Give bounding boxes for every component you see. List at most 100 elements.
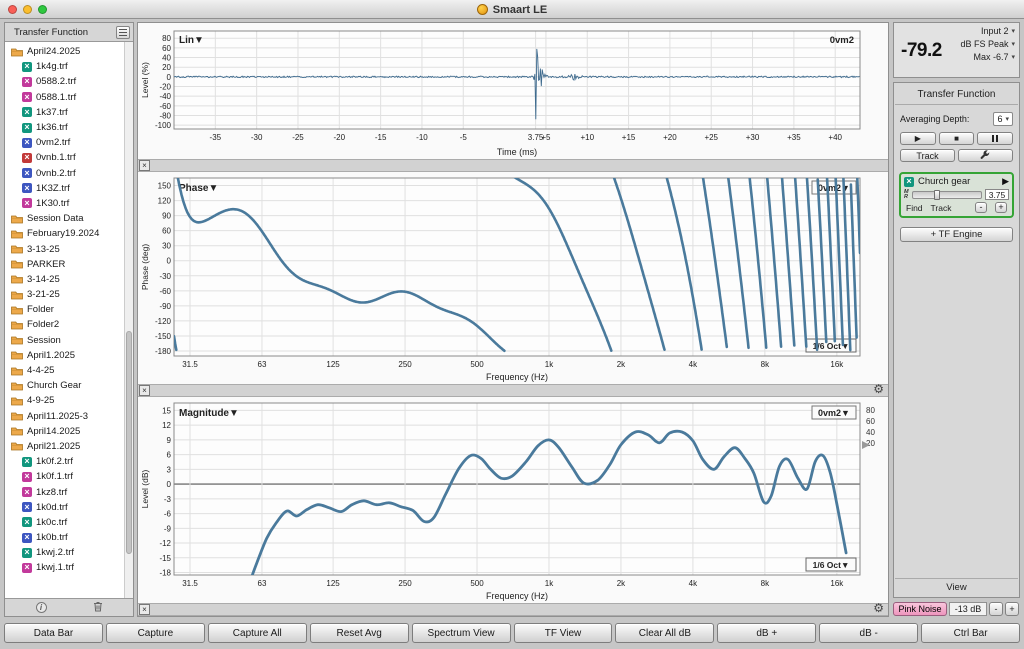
tree-folder-item[interactable]: April24.2025 bbox=[5, 44, 133, 59]
stop-button[interactable]: ■ bbox=[939, 132, 975, 145]
svg-text:500: 500 bbox=[470, 579, 484, 588]
tree-file-item[interactable]: ×0588.1.trf bbox=[5, 90, 133, 105]
toolbar-button-tf-view[interactable]: TF View bbox=[514, 623, 613, 643]
tree-folder-item[interactable]: April11.2025-3 bbox=[5, 409, 133, 424]
track-button[interactable]: Track bbox=[900, 149, 955, 162]
tree-folder-item[interactable]: April21.2025 bbox=[5, 439, 133, 454]
tree-file-item[interactable]: ×0vnb.2.trf bbox=[5, 166, 133, 181]
tf-engine-church-gear[interactable]: × Church gear ▶ M R 3.75 Find Track - + bbox=[899, 172, 1014, 218]
tree-folder-item[interactable]: April1.2025 bbox=[5, 348, 133, 363]
tree-folder-item[interactable]: Session bbox=[5, 333, 133, 348]
tree-file-item[interactable]: ×1k37.trf bbox=[5, 105, 133, 120]
pause-button[interactable] bbox=[977, 132, 1013, 145]
svg-text:20: 20 bbox=[866, 439, 875, 448]
tree-file-item[interactable]: ×1kwj.1.trf bbox=[5, 560, 133, 575]
info-icon[interactable]: i bbox=[36, 602, 47, 613]
tree-folder-item[interactable]: Folder2 bbox=[5, 317, 133, 332]
folder-icon bbox=[11, 274, 23, 284]
toolbar-button-data-bar[interactable]: Data Bar bbox=[4, 623, 103, 643]
toolbar-button-spectrum-view[interactable]: Spectrum View bbox=[412, 623, 511, 643]
toolbar-button-capture[interactable]: Capture bbox=[106, 623, 205, 643]
trash-icon[interactable] bbox=[93, 599, 103, 617]
tree-file-item[interactable]: ×0vm2.trf bbox=[5, 135, 133, 150]
tree-file-item[interactable]: ×1k0b.trf bbox=[5, 530, 133, 545]
svg-text:120: 120 bbox=[158, 197, 172, 206]
toolbar-button-clear-all-db[interactable]: Clear All dB bbox=[615, 623, 714, 643]
tree-file-item[interactable]: ×1k0c.trf bbox=[5, 515, 133, 530]
close-magnitude-chart-button[interactable]: × bbox=[139, 604, 150, 615]
toolbar-button-db-[interactable]: dB - bbox=[819, 623, 918, 643]
tree-file-item[interactable]: ×1K3Z.trf bbox=[5, 181, 133, 196]
tree-file-item[interactable]: ×1k0f.1.trf bbox=[5, 469, 133, 484]
engine-play-icon[interactable]: ▶ bbox=[1002, 176, 1009, 187]
svg-text:40: 40 bbox=[162, 54, 171, 63]
tree-file-item[interactable]: ×1K30.trf bbox=[5, 196, 133, 211]
svg-text:-25: -25 bbox=[292, 133, 304, 142]
delay-slider-thumb[interactable] bbox=[934, 190, 940, 200]
close-phase-chart-button[interactable]: × bbox=[139, 385, 150, 396]
add-tf-engine-button[interactable]: + TF Engine bbox=[900, 227, 1013, 242]
tree-item-label: 3-21-25 bbox=[27, 289, 60, 300]
tree-item-label: 3-14-25 bbox=[27, 274, 60, 285]
tree-file-item[interactable]: ×1k36.trf bbox=[5, 120, 133, 135]
tree-folder-item[interactable]: February19.2024 bbox=[5, 226, 133, 241]
trf-file-icon: × bbox=[22, 77, 32, 87]
tree-scrollbar-thumb[interactable] bbox=[126, 331, 132, 553]
tree-folder-item[interactable]: Session Data bbox=[5, 211, 133, 226]
delay-slider[interactable] bbox=[912, 191, 982, 199]
meter-max-select[interactable]: Max -6.7▾ bbox=[973, 52, 1015, 62]
tree-folder-item[interactable]: April14.2025 bbox=[5, 424, 133, 439]
tree-folder-item[interactable]: 4-4-25 bbox=[5, 363, 133, 378]
chevron-down-icon: ▾ bbox=[1011, 40, 1015, 48]
find-button[interactable]: Find bbox=[906, 203, 923, 213]
tree-file-item[interactable]: ×1k0d.trf bbox=[5, 500, 133, 515]
tree-folder-item[interactable]: Church Gear bbox=[5, 378, 133, 393]
tree-folder-item[interactable]: 4-9-25 bbox=[5, 393, 133, 408]
toolbar-button-ctrl-bar[interactable]: Ctrl Bar bbox=[921, 623, 1020, 643]
toolbar-button-capture-all[interactable]: Capture All bbox=[208, 623, 307, 643]
settings-wrench-button[interactable] bbox=[958, 149, 1013, 162]
meter-unit-select[interactable]: dB FS Peak▾ bbox=[960, 39, 1015, 49]
tree-file-item[interactable]: ×1kwj.2.trf bbox=[5, 545, 133, 560]
tree-scrollbar[interactable] bbox=[124, 42, 133, 598]
generator-level-minus-button[interactable]: - bbox=[989, 602, 1003, 616]
phase-settings-gear-icon[interactable]: ⚙ bbox=[873, 383, 884, 396]
tree-folder-item[interactable]: PARKER bbox=[5, 257, 133, 272]
svg-text:-180: -180 bbox=[155, 347, 172, 356]
tree-folder-item[interactable]: 3-21-25 bbox=[5, 287, 133, 302]
tree-folder-item[interactable]: 3-14-25 bbox=[5, 272, 133, 287]
trf-file-icon: × bbox=[22, 198, 32, 208]
input-meter-box: -79.2 Input 2▾ dB FS Peak▾ Max -6.7▾ bbox=[893, 22, 1020, 78]
tree-folder-item[interactable]: 3-13-25 bbox=[5, 241, 133, 256]
sidebar-menu-button[interactable] bbox=[116, 26, 130, 39]
engine-name: Church gear bbox=[918, 176, 970, 187]
engine-track-button[interactable]: Track bbox=[931, 203, 952, 213]
averaging-depth-select[interactable]: 6 ▾ bbox=[993, 112, 1013, 126]
delay-plus-button[interactable]: + bbox=[995, 202, 1007, 213]
play-button[interactable]: ▶ bbox=[900, 132, 936, 145]
tree-folder-item[interactable]: Folder bbox=[5, 302, 133, 317]
magnitude-settings-gear-icon[interactable]: ⚙ bbox=[873, 602, 884, 615]
impulse-response-chart[interactable]: 806040200-20-40-60-80-100-35-30-25-20-15… bbox=[138, 23, 888, 159]
reverse-toggle[interactable]: R bbox=[904, 195, 909, 200]
tree-file-item[interactable]: ×0vnb.1.trf bbox=[5, 150, 133, 165]
magnitude-chart[interactable]: 15129630-3-6-9-12-15-1831.5631252505001k… bbox=[138, 397, 888, 603]
pink-noise-button[interactable]: Pink Noise bbox=[893, 602, 947, 616]
folder-icon bbox=[11, 381, 23, 391]
svg-text:+25: +25 bbox=[704, 133, 718, 142]
phase-chart[interactable]: 1501209060300-30-60-90-120-150-18031.563… bbox=[138, 172, 888, 384]
svg-text:0: 0 bbox=[167, 73, 172, 82]
svg-text:Level (dB): Level (dB) bbox=[140, 469, 150, 508]
tree-file-item[interactable]: ×0588.2.trf bbox=[5, 74, 133, 89]
tree-item-label: April11.2025-3 bbox=[27, 411, 88, 422]
tree-file-item[interactable]: ×1k0f.2.trf bbox=[5, 454, 133, 469]
delay-value[interactable]: 3.75 bbox=[985, 189, 1009, 200]
close-impulse-chart-button[interactable]: × bbox=[139, 160, 150, 171]
input-select[interactable]: Input 2▾ bbox=[981, 26, 1015, 36]
generator-level-plus-button[interactable]: + bbox=[1005, 602, 1019, 616]
toolbar-button-reset-avg[interactable]: Reset Avg bbox=[310, 623, 409, 643]
delay-minus-button[interactable]: - bbox=[975, 202, 987, 213]
tree-file-item[interactable]: ×1kz8.trf bbox=[5, 484, 133, 499]
toolbar-button-db-[interactable]: dB + bbox=[717, 623, 816, 643]
tree-file-item[interactable]: ×1k4g.trf bbox=[5, 59, 133, 74]
